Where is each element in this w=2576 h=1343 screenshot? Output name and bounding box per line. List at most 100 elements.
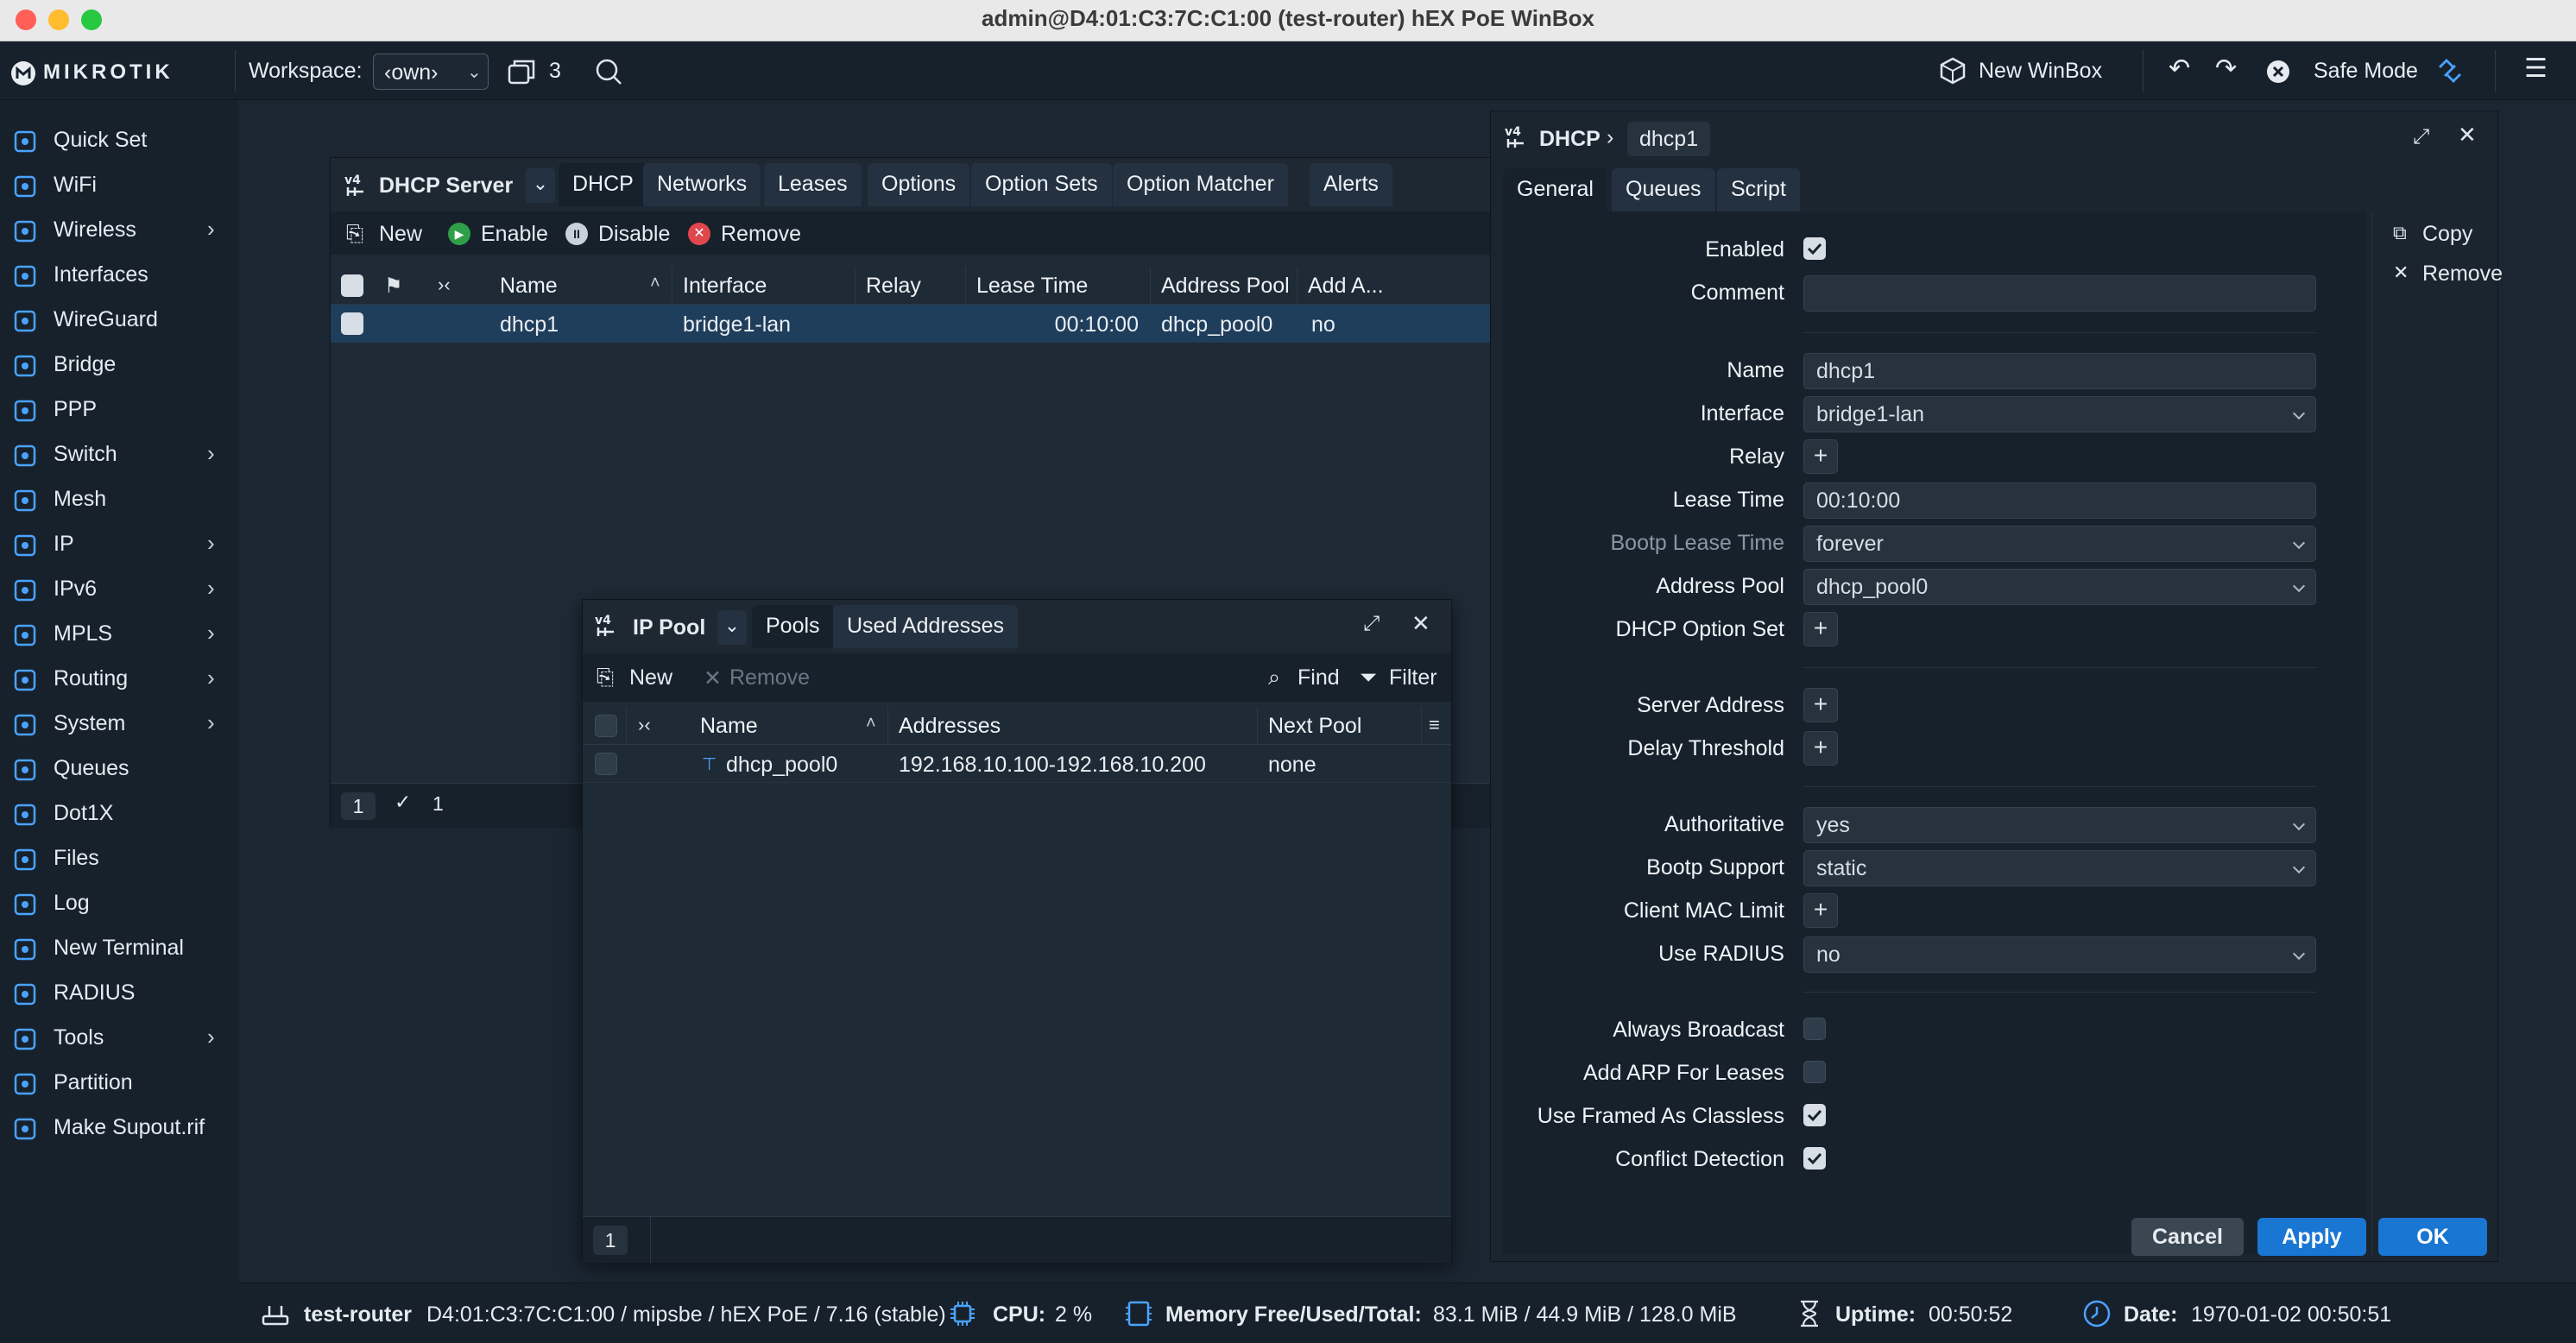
- pool-new-button[interactable]: New: [629, 665, 672, 690]
- enable-icon[interactable]: ▶: [448, 223, 470, 245]
- conflict-detection-checkbox[interactable]: [1803, 1147, 1826, 1170]
- workspace-select[interactable]: ‹own› ⌄: [373, 54, 489, 90]
- row-checkbox[interactable]: [595, 753, 617, 775]
- col-name[interactable]: Name: [489, 267, 672, 305]
- sidebar-item-wireless[interactable]: Wireless ›: [0, 209, 238, 250]
- remove-icon[interactable]: ✕: [2393, 262, 2409, 284]
- col-interface[interactable]: Interface: [672, 267, 856, 305]
- tab-alerts[interactable]: Alerts: [1310, 163, 1392, 206]
- dhcp-disable-button[interactable]: Disable: [598, 222, 670, 247]
- cancel-button[interactable]: Cancel: [2131, 1218, 2244, 1256]
- col-relay[interactable]: Relay: [856, 267, 966, 305]
- tab-options[interactable]: Options: [868, 163, 970, 206]
- delay-threshold-add-button[interactable]: +: [1803, 731, 1838, 766]
- safe-mode-link-icon[interactable]: [2434, 55, 2466, 86]
- sidebar-item-radius[interactable]: RADIUS: [0, 972, 238, 1013]
- copy-icon[interactable]: ⧉: [2393, 222, 2407, 244]
- breadcrumb-root[interactable]: DHCP: [1539, 127, 1601, 152]
- tab-leases[interactable]: Leases: [764, 163, 862, 206]
- enabled-checkbox[interactable]: [1803, 237, 1826, 260]
- bootp-lease-time-select[interactable]: forever: [1803, 526, 2316, 562]
- use-framed-checkbox[interactable]: [1803, 1104, 1826, 1126]
- new-icon[interactable]: ⎘: [597, 665, 614, 690]
- safe-mode-button[interactable]: Safe Mode: [2314, 59, 2418, 84]
- always-broadcast-checkbox[interactable]: [1803, 1018, 1826, 1040]
- tab-queues[interactable]: Queues: [1612, 168, 1715, 211]
- relay-add-button[interactable]: +: [1803, 439, 1838, 474]
- close-icon[interactable]: ✕: [1411, 610, 1430, 637]
- new-winbox-button[interactable]: New WinBox: [1979, 59, 2102, 84]
- dhcp-enable-button[interactable]: Enable: [481, 222, 548, 247]
- sidebar-item-tools[interactable]: Tools ›: [0, 1017, 238, 1058]
- dhcp-new-button[interactable]: New: [379, 222, 422, 247]
- tab-networks[interactable]: Networks: [643, 163, 761, 206]
- undo-icon[interactable]: ↶: [2169, 54, 2190, 84]
- bootp-support-select[interactable]: static: [1803, 850, 2316, 886]
- redo-icon[interactable]: ↷: [2215, 54, 2237, 84]
- column-resize-icon[interactable]: ›‹: [438, 274, 451, 296]
- comment-field[interactable]: [1803, 275, 2316, 312]
- sidebar-item-mesh[interactable]: Mesh: [0, 478, 238, 520]
- sidebar-item-log[interactable]: Log: [0, 882, 238, 924]
- select-all-checkbox[interactable]: [595, 715, 617, 737]
- sidebar-item-wireguard[interactable]: WireGuard: [0, 299, 238, 340]
- sidebar-item-new-terminal[interactable]: New Terminal: [0, 927, 238, 968]
- tab-option-sets[interactable]: Option Sets: [971, 163, 1112, 206]
- disable-icon[interactable]: II: [565, 223, 588, 245]
- pool-window-menu-chevron-icon[interactable]: ⌄: [717, 610, 747, 645]
- address-pool-select[interactable]: dhcp_pool0: [1803, 569, 2316, 605]
- maximize-icon[interactable]: ⤢: [1363, 612, 1380, 636]
- sidebar-item-files[interactable]: Files: [0, 837, 238, 879]
- search-icon[interactable]: [594, 57, 623, 86]
- filter-icon[interactable]: ⏷: [1360, 665, 1377, 690]
- server-address-add-button[interactable]: +: [1803, 688, 1838, 722]
- select-all-checkbox[interactable]: [341, 274, 363, 297]
- safe-mode-toggle-icon[interactable]: [2265, 59, 2291, 85]
- maximize-icon[interactable]: ⤢: [2413, 125, 2429, 149]
- name-field[interactable]: dhcp1: [1803, 353, 2316, 389]
- col-lease-time[interactable]: Lease Time: [966, 267, 1151, 305]
- copy-button[interactable]: Copy: [2422, 222, 2472, 247]
- col-pool-name[interactable]: Name: [690, 707, 888, 745]
- sidebar-item-ip[interactable]: IP ›: [0, 523, 238, 564]
- sidebar-item-dot1x[interactable]: Dot1X: [0, 792, 238, 834]
- authoritative-select[interactable]: yes: [1803, 807, 2316, 843]
- tab-option-matcher[interactable]: Option Matcher: [1113, 163, 1288, 206]
- ok-button[interactable]: OK: [2378, 1218, 2487, 1256]
- sidebar-item-ppp[interactable]: PPP: [0, 388, 238, 430]
- col-next-pool[interactable]: Next Pool: [1258, 707, 1422, 745]
- dhcp-remove-button[interactable]: Remove: [721, 222, 801, 247]
- side-remove-button[interactable]: Remove: [2422, 262, 2503, 287]
- dhcp-option-set-add-button[interactable]: +: [1803, 612, 1838, 646]
- col-address-pool[interactable]: Address Pool: [1151, 267, 1297, 305]
- tab-used-addresses[interactable]: Used Addresses: [833, 605, 1019, 648]
- remove-icon[interactable]: ✕: [688, 223, 710, 245]
- use-radius-select[interactable]: no: [1803, 936, 2316, 973]
- column-resize-icon[interactable]: ›‹: [638, 714, 651, 736]
- apply-button[interactable]: Apply: [2257, 1218, 2366, 1256]
- new-winbox-icon[interactable]: [1937, 55, 1968, 86]
- lease-time-field[interactable]: 00:10:00: [1803, 482, 2316, 519]
- column-menu-icon[interactable]: ≡: [1429, 714, 1440, 736]
- find-icon[interactable]: ⌕: [1268, 665, 1280, 690]
- sidebar-item-queues[interactable]: Queues: [0, 747, 238, 789]
- sidebar-item-make-supout-rif[interactable]: Make Supout.rif: [0, 1107, 238, 1148]
- sidebar-item-switch[interactable]: Switch ›: [0, 433, 238, 475]
- tab-pools[interactable]: Pools: [752, 605, 834, 648]
- interface-select[interactable]: bridge1-lan: [1803, 396, 2316, 432]
- table-row[interactable]: ⊤ dhcp_pool0 192.168.10.100-192.168.10.2…: [583, 745, 1451, 783]
- sidebar-item-partition[interactable]: Partition: [0, 1062, 238, 1103]
- tab-dhcp[interactable]: DHCP: [559, 163, 647, 206]
- sidebar-item-ipv6[interactable]: IPv6 ›: [0, 568, 238, 609]
- col-addresses[interactable]: Addresses: [888, 707, 1258, 745]
- col-add-arp[interactable]: Add A...: [1297, 267, 1387, 305]
- pool-filter-button[interactable]: Filter: [1389, 665, 1437, 690]
- table-row[interactable]: dhcp1 bridge1-lan 00:10:00 dhcp_pool0 no: [331, 305, 1491, 343]
- sidebar-item-bridge[interactable]: Bridge: [0, 344, 238, 385]
- client-mac-limit-add-button[interactable]: +: [1803, 893, 1838, 928]
- sidebar-item-system[interactable]: System ›: [0, 703, 238, 744]
- add-arp-checkbox[interactable]: [1803, 1061, 1826, 1083]
- sidebar-item-mpls[interactable]: MPLS ›: [0, 613, 238, 654]
- dhcp-window-menu-chevron-icon[interactable]: ⌄: [526, 168, 555, 203]
- close-icon[interactable]: ✕: [2458, 122, 2477, 148]
